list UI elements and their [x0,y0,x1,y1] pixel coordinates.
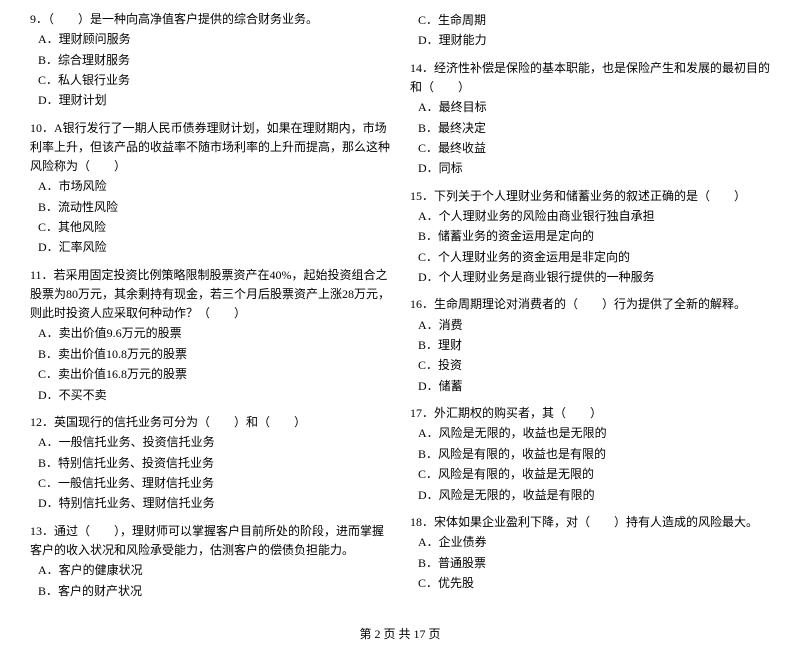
option: C．优先股 [418,573,770,593]
question-10: 10．A银行发行了一期人民币债券理财计划，如果在理财期内，市场利率上升，但该产品… [30,119,390,258]
option: A．卖出价值9.6万元的股票 [38,323,390,343]
option: C．卖出价值16.8万元的股票 [38,364,390,384]
question-14-options: A．最终目标 B．最终决定 C．最终收益 D．同标 [418,97,770,179]
option: B．卖出价值10.8万元的股票 [38,344,390,364]
question-13-options: A．客户的健康状况 B．客户的财产状况 [38,560,390,601]
option: D．特别信托业务、理财信托业务 [38,493,390,513]
option: A．理财顾问服务 [38,29,390,49]
option: A．客户的健康状况 [38,560,390,580]
left-column: 9．（ ）是一种向高净值客户提供的综合财务业务。 A．理财顾问服务 B．综合理财… [30,10,390,609]
option: D．同标 [418,158,770,178]
question-17-options: A．风险是无限的，收益也是无限的 B．风险是有限的，收益也是有限的 C．风险是有… [418,423,770,505]
option: B．储蓄业务的资金运用是定向的 [418,226,770,246]
question-11-options: A．卖出价值9.6万元的股票 B．卖出价值10.8万元的股票 C．卖出价值16.… [38,323,390,405]
question-10-options: A．市场风险 B．流动性风险 C．其他风险 D．汇率风险 [38,176,390,258]
question-18-options: A．企业债券 B．普通股票 C．优先股 [418,532,770,593]
question-18: 18．宋体如果企业盈利下降，对（ ）持有人造成的风险最大。 A．企业债券 B．普… [410,513,770,593]
question-12-options: A．一般信托业务、投资信托业务 B．特别信托业务、投资信托业务 C．一般信托业务… [38,432,390,514]
option: B．综合理财服务 [38,50,390,70]
page-footer: 第 2 页 共 17 页 [30,625,770,642]
option: C．投资 [418,355,770,375]
question-9-options: A．理财顾问服务 B．综合理财服务 C．私人银行业务 D．理财计划 [38,29,390,111]
question-13-cont: C．生命周期 D．理财能力 [410,10,770,51]
option: C．最终收益 [418,138,770,158]
option: B．特别信托业务、投资信托业务 [38,453,390,473]
question-11: 11．若采用固定投资比例策略限制股票资产在40%，起始投资组合之股票为80万元，… [30,266,390,405]
option: B．风险是有限的，收益也是有限的 [418,444,770,464]
question-11-title: 11．若采用固定投资比例策略限制股票资产在40%，起始投资组合之股票为80万元，… [30,266,390,324]
option: A．个人理财业务的风险由商业银行独自承担 [418,206,770,226]
question-16: 16．生命周期理论对消费者的（ ）行为提供了全新的解释。 A．消费 B．理财 C… [410,295,770,396]
question-15-options: A．个人理财业务的风险由商业银行独自承担 B．储蓄业务的资金运用是定向的 C．个… [418,206,770,288]
question-9: 9．（ ）是一种向高净值客户提供的综合财务业务。 A．理财顾问服务 B．综合理财… [30,10,390,111]
question-14: 14．经济性补偿是保险的基本职能，也是保险产生和发展的最初目的和（ ） A．最终… [410,59,770,179]
option: D．不买不卖 [38,385,390,405]
option: D．理财计划 [38,90,390,110]
right-column: C．生命周期 D．理财能力 14．经济性补偿是保险的基本职能，也是保险产生和发展… [410,10,770,609]
question-17: 17．外汇期权的购买者，其（ ） A．风险是无限的，收益也是无限的 B．风险是有… [410,404,770,505]
question-10-title: 10．A银行发行了一期人民币债券理财计划，如果在理财期内，市场利率上升，但该产品… [30,119,390,177]
page-content: 9．（ ）是一种向高净值客户提供的综合财务业务。 A．理财顾问服务 B．综合理财… [30,10,770,609]
question-14-title: 14．经济性补偿是保险的基本职能，也是保险产生和发展的最初目的和（ ） [410,59,770,97]
option: B．客户的财产状况 [38,581,390,601]
option: D．储蓄 [418,376,770,396]
question-13-cont-options: C．生命周期 D．理财能力 [418,10,770,51]
option: B．普通股票 [418,553,770,573]
option: B．最终决定 [418,118,770,138]
option: A．一般信托业务、投资信托业务 [38,432,390,452]
question-17-title: 17．外汇期权的购买者，其（ ） [410,404,770,423]
option: A．消费 [418,315,770,335]
option: C．一般信托业务、理财信托业务 [38,473,390,493]
option: A．最终目标 [418,97,770,117]
question-9-title: 9．（ ）是一种向高净值客户提供的综合财务业务。 [30,10,390,29]
option: D．风险是无限的，收益是有限的 [418,485,770,505]
option: A．风险是无限的，收益也是无限的 [418,423,770,443]
question-16-title: 16．生命周期理论对消费者的（ ）行为提供了全新的解释。 [410,295,770,314]
question-15-title: 15．下列关于个人理财业务和储蓄业务的叙述正确的是（ ） [410,187,770,206]
question-13: 13．通过（ ），理财师可以掌握客户目前所处的阶段，进而掌握客户的收入状况和风险… [30,522,390,601]
question-18-title: 18．宋体如果企业盈利下降，对（ ）持有人造成的风险最大。 [410,513,770,532]
option: C．生命周期 [418,10,770,30]
option: C．风险是有限的，收益是无限的 [418,464,770,484]
question-15: 15．下列关于个人理财业务和储蓄业务的叙述正确的是（ ） A．个人理财业务的风险… [410,187,770,288]
question-12-title: 12．英国现行的信托业务可分为（ ）和（ ） [30,413,390,432]
option: D．个人理财业务是商业银行提供的一种服务 [418,267,770,287]
option: C．私人银行业务 [38,70,390,90]
question-12: 12．英国现行的信托业务可分为（ ）和（ ） A．一般信托业务、投资信托业务 B… [30,413,390,514]
question-16-options: A．消费 B．理财 C．投资 D．储蓄 [418,315,770,397]
option: C．其他风险 [38,217,390,237]
option: A．市场风险 [38,176,390,196]
option: D．汇率风险 [38,237,390,257]
option: C．个人理财业务的资金运用是非定向的 [418,247,770,267]
option: D．理财能力 [418,30,770,50]
question-13-title: 13．通过（ ），理财师可以掌握客户目前所处的阶段，进而掌握客户的收入状况和风险… [30,522,390,560]
option: B．流动性风险 [38,197,390,217]
option: B．理财 [418,335,770,355]
option: A．企业债券 [418,532,770,552]
